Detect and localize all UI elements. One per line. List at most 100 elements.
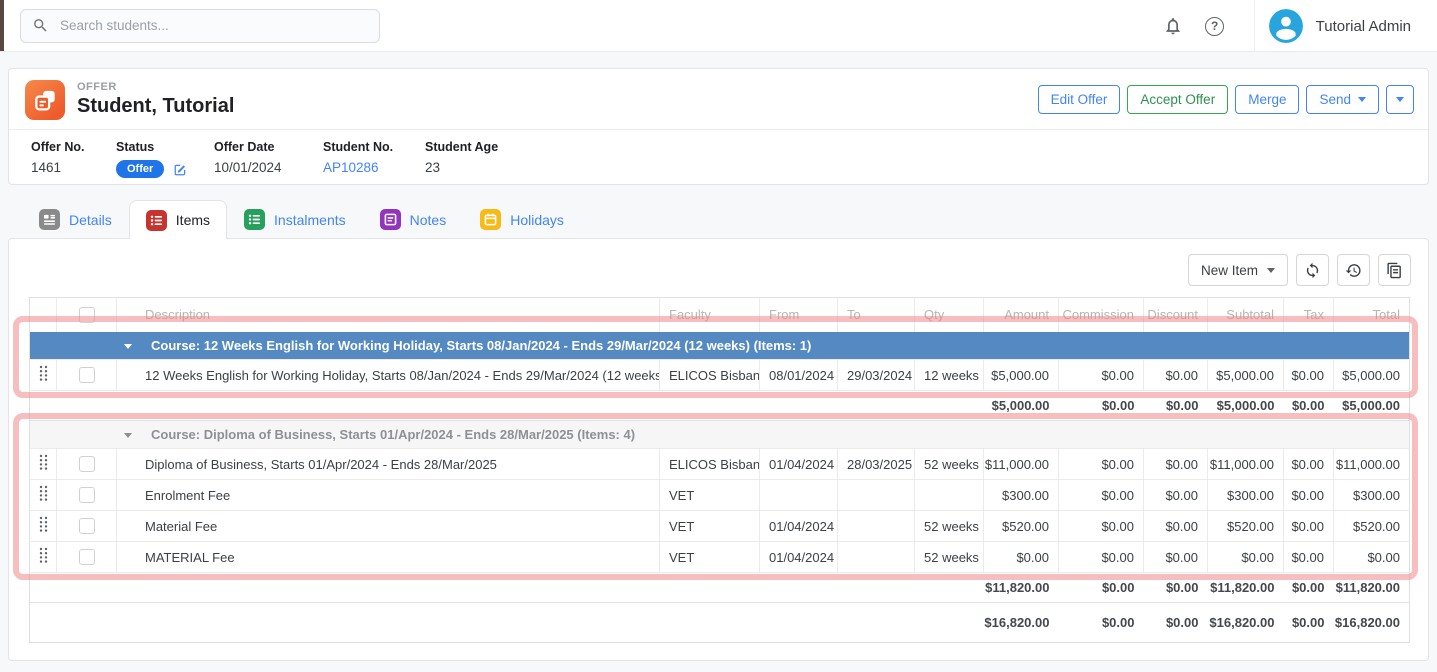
row-checkbox[interactable]: [79, 549, 95, 565]
student-number-field: Student No. AP10286: [323, 140, 425, 178]
row-checkbox[interactable]: [79, 487, 95, 503]
item-row[interactable]: MATERIAL FeeVET01/04/202452 weeks$0.00$0…: [30, 542, 1410, 573]
subtotal-discount: $0.00: [1144, 573, 1208, 603]
drag-cell: [30, 480, 57, 511]
history-button[interactable]: [1337, 254, 1370, 286]
course-group-row[interactable]: Course: 12 Weeks English for Working Hol…: [30, 332, 1410, 360]
cell-qty: 52 weeks: [915, 542, 984, 573]
sidebar-edge: [0, 0, 4, 51]
cell-amount: $300.00: [984, 480, 1059, 511]
accept-offer-button[interactable]: Accept Offer: [1127, 85, 1228, 114]
cell-tax: $0.00: [1284, 511, 1334, 542]
item-row[interactable]: Enrolment FeeVET$300.00$0.00$0.00$300.00…: [30, 480, 1410, 511]
notifications-button[interactable]: [1152, 0, 1194, 52]
drag-handle-icon[interactable]: [39, 485, 48, 502]
cell-total: $0.00: [1334, 542, 1410, 573]
cell-faculty: VET: [660, 511, 760, 542]
cell-qty: [915, 480, 984, 511]
refresh-button[interactable]: [1296, 254, 1329, 286]
cell-commission: $0.00: [1059, 360, 1144, 391]
cell-to: [838, 480, 915, 511]
cell-description: Enrolment Fee: [117, 480, 660, 511]
edit-offer-button[interactable]: Edit Offer: [1038, 85, 1121, 114]
drag-handle-icon[interactable]: [39, 365, 48, 382]
collapse-caret-icon[interactable]: [124, 433, 132, 438]
course-group-cell: Course: Diploma of Business, Starts 01/A…: [30, 421, 1410, 449]
help-button[interactable]: ?: [1194, 0, 1236, 52]
new-item-button[interactable]: New Item: [1188, 254, 1288, 286]
edit-status-icon[interactable]: [173, 162, 188, 177]
select-all-checkbox[interactable]: [79, 307, 95, 323]
row-checkbox[interactable]: [79, 518, 95, 534]
column-header-commission[interactable]: Commission: [1059, 298, 1144, 332]
drag-cell: [30, 542, 57, 573]
tab-items[interactable]: Items: [129, 200, 227, 239]
cell-discount: $0.00: [1144, 511, 1208, 542]
copy-icon: [1386, 262, 1403, 279]
drag-cell: [30, 449, 57, 480]
search-icon: [32, 17, 49, 34]
column-header-tax[interactable]: Tax: [1284, 298, 1334, 332]
column-header-amount[interactable]: Amount: [984, 298, 1059, 332]
status-badge: Offer: [116, 160, 164, 178]
tab-instalments[interactable]: Instalments: [227, 200, 363, 238]
row-checkbox[interactable]: [79, 456, 95, 472]
column-header-description[interactable]: Description: [117, 298, 660, 332]
cell-amount: $0.00: [984, 542, 1059, 573]
grand-total-subtotal: $16,820.00: [1208, 603, 1284, 643]
cell-description: Diploma of Business, Starts 01/Apr/2024 …: [117, 449, 660, 480]
cell-subtotal: $5,000.00: [1208, 360, 1284, 391]
row-checkbox[interactable]: [79, 367, 95, 383]
chevron-down-icon: [1396, 97, 1404, 102]
cell-to: [838, 542, 915, 573]
entity-type-label: OFFER: [77, 81, 117, 93]
tab-holidays[interactable]: Holidays: [463, 200, 581, 238]
drag-handle-icon[interactable]: [39, 547, 48, 564]
drag-handle-icon[interactable]: [39, 454, 48, 471]
student-number-link[interactable]: AP10286: [323, 160, 425, 175]
column-header-faculty[interactable]: Faculty: [660, 298, 760, 332]
column-header-to[interactable]: To: [838, 298, 915, 332]
cell-to: [838, 511, 915, 542]
search-box[interactable]: [20, 9, 380, 43]
search-input[interactable]: [58, 17, 368, 34]
send-button[interactable]: Send: [1306, 85, 1379, 114]
cell-qty: 12 weeks: [915, 360, 984, 391]
checkbox-cell: [57, 511, 117, 542]
cell-tax: $0.00: [1284, 449, 1334, 480]
items-icon: [146, 210, 167, 231]
more-actions-button[interactable]: [1386, 85, 1414, 114]
details-icon: [39, 209, 60, 230]
item-row[interactable]: Diploma of Business, Starts 01/Apr/2024 …: [30, 449, 1410, 480]
merge-button[interactable]: Merge: [1235, 85, 1299, 114]
cell-tax: $0.00: [1284, 360, 1334, 391]
cell-discount: $0.00: [1144, 480, 1208, 511]
checkbox-cell: [57, 449, 117, 480]
drag-handle-icon[interactable]: [39, 516, 48, 533]
item-row[interactable]: 12 Weeks English for Working Holiday, St…: [30, 360, 1410, 391]
course-group-row[interactable]: Course: Diploma of Business, Starts 01/A…: [30, 421, 1410, 449]
column-header-total[interactable]: Total: [1334, 298, 1410, 332]
tab-notes[interactable]: Notes: [363, 200, 464, 238]
column-header-qty[interactable]: Qty: [915, 298, 984, 332]
grand-total-discount: $0.00: [1144, 603, 1208, 643]
item-row[interactable]: Material FeeVET01/04/202452 weeks$520.00…: [30, 511, 1410, 542]
group-subtotal-row: $11,820.00$0.00$0.00$11,820.00$0.00$11,8…: [30, 573, 1410, 603]
subtotal-total: $11,820.00: [1334, 573, 1410, 603]
user-name[interactable]: Tutorial Admin: [1316, 18, 1411, 35]
column-header-discount[interactable]: Discount: [1144, 298, 1208, 332]
grand-total-spacer: [30, 603, 984, 643]
cell-faculty: VET: [660, 542, 760, 573]
grand-total-commission: $0.00: [1059, 603, 1144, 643]
duplicate-button[interactable]: [1378, 254, 1411, 286]
items-table: DescriptionFacultyFromToQtyAmountCommiss…: [29, 297, 1410, 643]
column-header-from[interactable]: From: [760, 298, 838, 332]
tab-details[interactable]: Details: [22, 200, 129, 238]
cell-from: 08/01/2024: [760, 360, 838, 391]
collapse-caret-icon[interactable]: [124, 344, 132, 349]
cell-faculty: VET: [660, 480, 760, 511]
cell-description: 12 Weeks English for Working Holiday, St…: [117, 360, 660, 391]
avatar[interactable]: [1269, 9, 1303, 43]
subtotal-commission: $0.00: [1059, 573, 1144, 603]
column-header-subtotal[interactable]: Subtotal: [1208, 298, 1284, 332]
